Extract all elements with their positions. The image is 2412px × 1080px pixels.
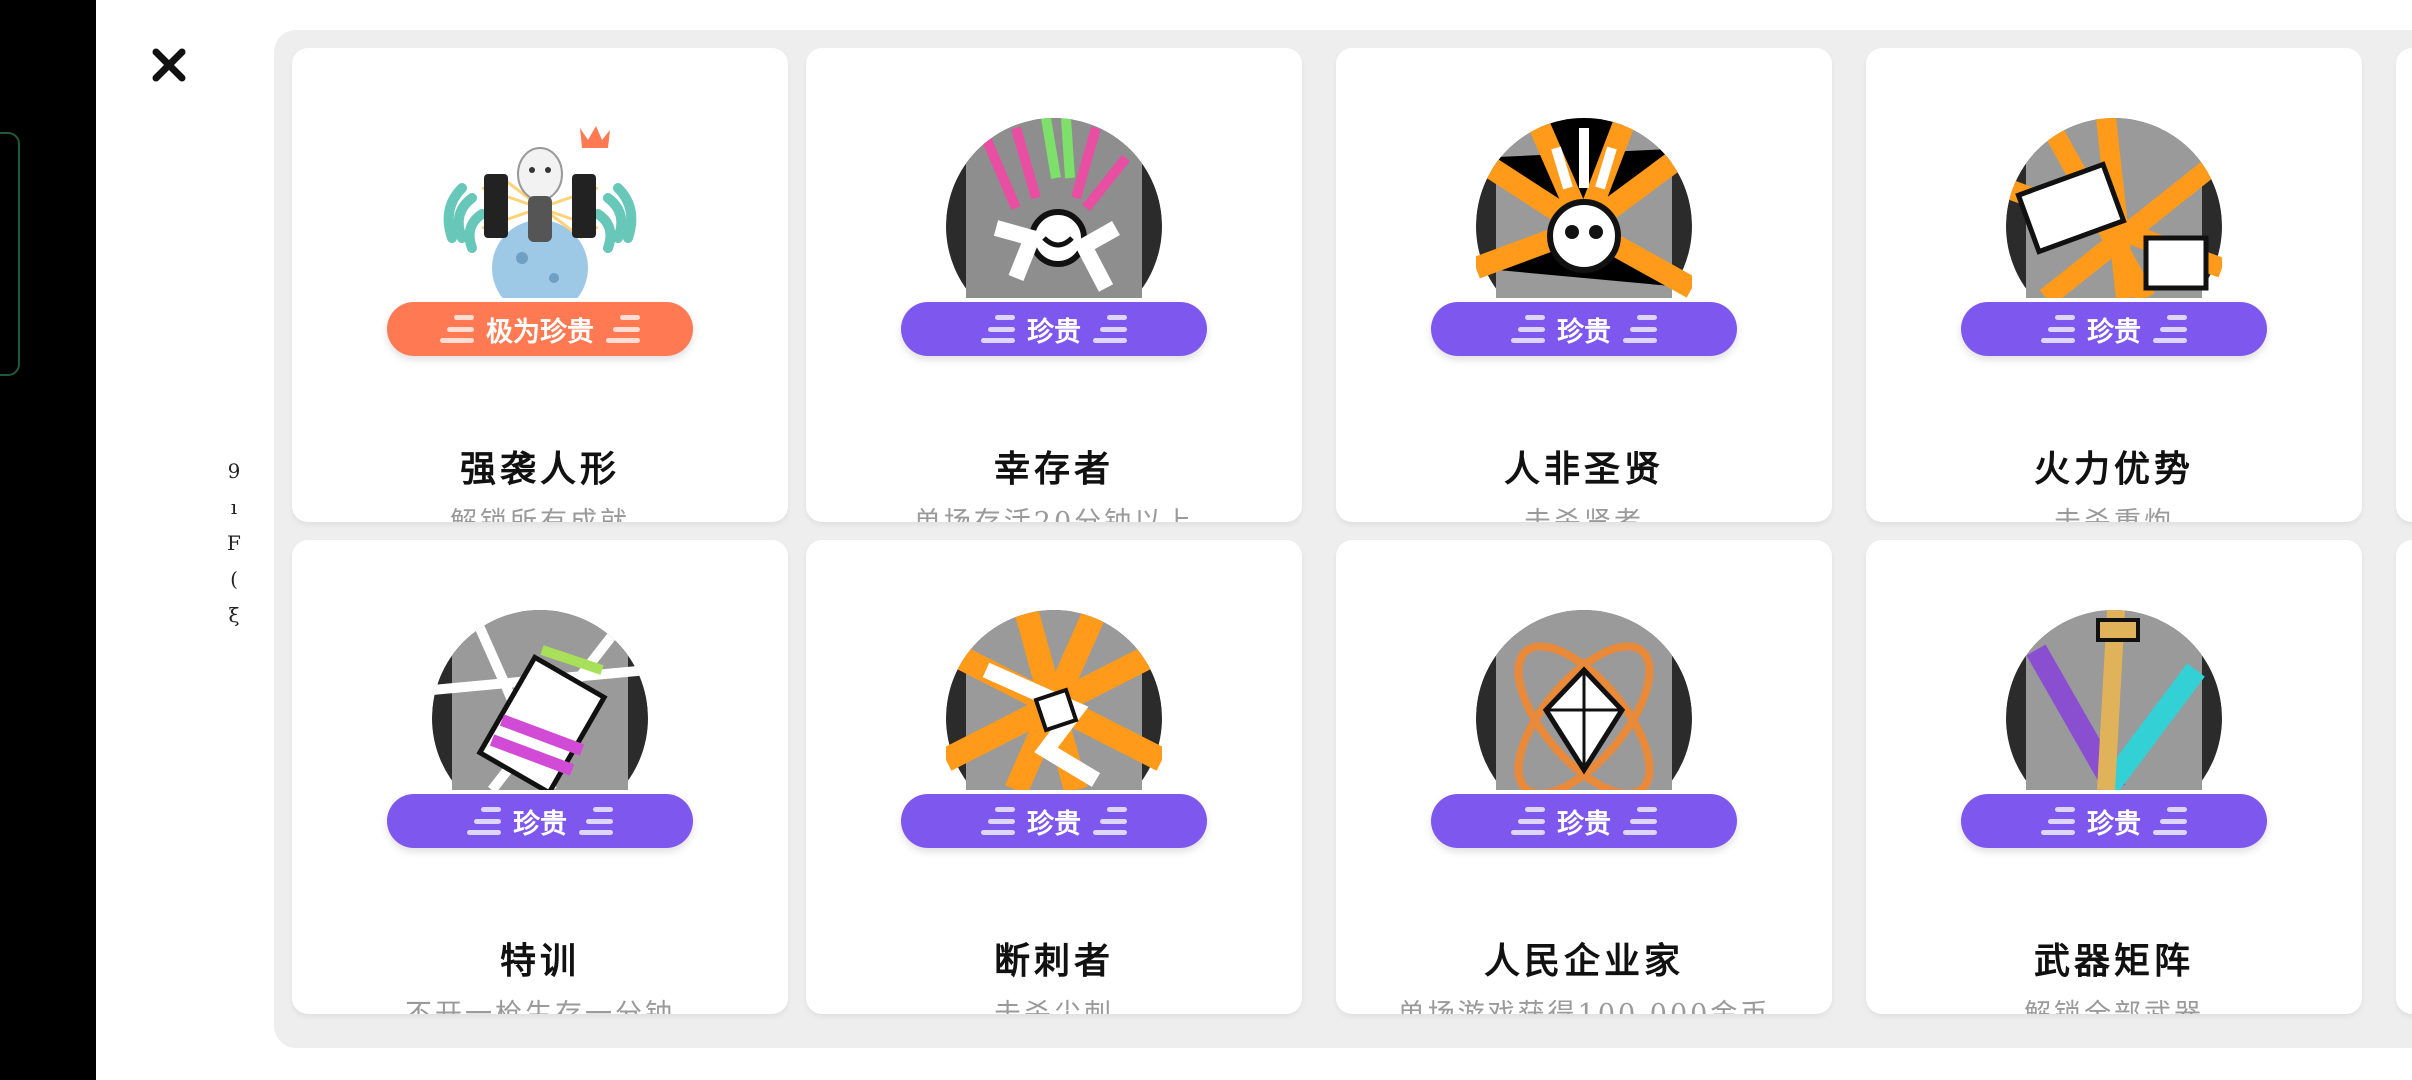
stripes-right-icon	[1623, 807, 1657, 835]
achievement-card[interactable]: 珍贵 人非圣贤 击杀贤者	[1336, 48, 1832, 522]
achievement-description: 解锁全部武器	[1866, 992, 2362, 1014]
rarity-tag: 珍贵	[387, 794, 693, 848]
achievement-title: 人民企业家	[1483, 940, 1684, 982]
achievement-title: 武器矩阵	[2033, 940, 2194, 982]
achievement-description: 击杀尖刺	[806, 992, 1302, 1014]
stripes-left-icon	[2041, 315, 2075, 343]
achievements-screen: 9 ı F ( ξ 极为珍贵 强袭人形 珍贵 幸存者 珍贵 人非圣贤 珍贵 火力…	[96, 0, 2412, 1080]
achievement-title: 断刺者	[993, 940, 1114, 982]
achievement-title: 特训	[499, 940, 580, 982]
stripes-right-icon	[606, 315, 640, 343]
rarity-tag: 珍贵	[901, 302, 1207, 356]
achievement-card[interactable]: 珍贵 人民企业家 单场游戏获得100,000金币	[1336, 540, 1832, 1014]
achievement-description: 击杀重炮	[1866, 500, 2362, 522]
side-label-char: ξ	[228, 603, 240, 627]
achievement-card[interactable]: 珍贵 特训 不开一枪生存一分钟	[292, 540, 788, 1014]
side-label-char: (	[230, 567, 238, 591]
achievement-card[interactable]: 珍贵 断刺者 击杀尖刺	[806, 540, 1302, 1014]
achievement-title: 人非圣贤	[1503, 448, 1664, 490]
rarity-label: 珍贵	[1557, 808, 1611, 840]
coin-diamond-icon	[1476, 610, 1692, 790]
achievement-description: 不开一枪生存一分钟	[292, 992, 788, 1014]
rarity-label: 珍贵	[2087, 316, 2141, 348]
rarity-tag: 珍贵	[1431, 794, 1737, 848]
side-label-char: F	[227, 531, 241, 555]
anime-girl-laurel-icon	[443, 126, 637, 298]
achievement-card[interactable]: 极为珍贵 强袭人形 解锁所有成就	[292, 48, 788, 522]
achievement-card-partial[interactable]	[2396, 540, 2412, 1014]
rarity-tag: 极为珍贵	[387, 302, 693, 356]
achievement-card[interactable]: 珍贵 火力优势 击杀重炮	[1866, 48, 2362, 522]
rarity-label: 极为珍贵	[486, 316, 594, 348]
sage-skull-icon	[1476, 118, 1692, 298]
rarity-tag: 珍贵	[1961, 302, 2267, 356]
stripes-left-icon	[981, 807, 1015, 835]
achievements-panel[interactable]: 极为珍贵 强袭人形 解锁所有成就 珍贵	[274, 30, 2412, 1048]
stripes-right-icon	[1623, 315, 1657, 343]
stripes-left-icon	[2041, 807, 2075, 835]
stripes-left-icon	[440, 315, 474, 343]
achievement-card-partial[interactable]	[2396, 48, 2412, 522]
close-button[interactable]	[144, 40, 194, 90]
heavy-cannon-icon	[2006, 118, 2222, 298]
achievement-title: 幸存者	[993, 448, 1114, 490]
achievement-description: 击杀贤者	[1336, 500, 1832, 522]
rarity-label: 珍贵	[1027, 808, 1081, 840]
side-label-char: ı	[230, 495, 238, 519]
weapon-matrix-icon	[2006, 610, 2222, 790]
edge-glow	[0, 132, 20, 376]
side-label-char: 9	[227, 459, 241, 483]
stripes-right-icon	[1093, 315, 1127, 343]
achievement-description: 解锁所有成就	[292, 500, 788, 522]
rarity-label: 珍贵	[513, 808, 567, 840]
achievement-card[interactable]: 珍贵 幸存者 单场存活20分钟以上	[806, 48, 1302, 522]
close-icon	[152, 48, 186, 82]
survivor-icon	[946, 118, 1162, 298]
stripes-right-icon	[2153, 807, 2187, 835]
stripes-left-icon	[1511, 807, 1545, 835]
rarity-label: 珍贵	[1027, 316, 1081, 348]
achievement-description: 单场游戏获得100,000金币	[1336, 992, 1832, 1014]
stripes-left-icon	[981, 315, 1015, 343]
rarity-tag: 珍贵	[1961, 794, 2267, 848]
side-vertical-label: 9 ı F ( ξ	[222, 458, 246, 628]
rarity-label: 珍贵	[1557, 316, 1611, 348]
achievement-title: 强袭人形	[459, 448, 620, 490]
stripes-right-icon	[1093, 807, 1127, 835]
broken-spike-icon	[946, 610, 1162, 790]
achievement-card[interactable]: 珍贵 武器矩阵 解锁全部武器	[1866, 540, 2362, 1014]
stripes-right-icon	[579, 807, 613, 835]
left-black-strip	[0, 0, 96, 1080]
rarity-tag: 珍贵	[1431, 302, 1737, 356]
achievement-title: 火力优势	[2033, 448, 2194, 490]
achievement-description: 单场存活20分钟以上	[806, 500, 1302, 522]
stripes-left-icon	[1511, 315, 1545, 343]
rarity-label: 珍贵	[2087, 808, 2141, 840]
training-glove-icon	[432, 610, 648, 790]
stripes-left-icon	[467, 807, 501, 835]
stripes-right-icon	[2153, 315, 2187, 343]
rarity-tag: 珍贵	[901, 794, 1207, 848]
